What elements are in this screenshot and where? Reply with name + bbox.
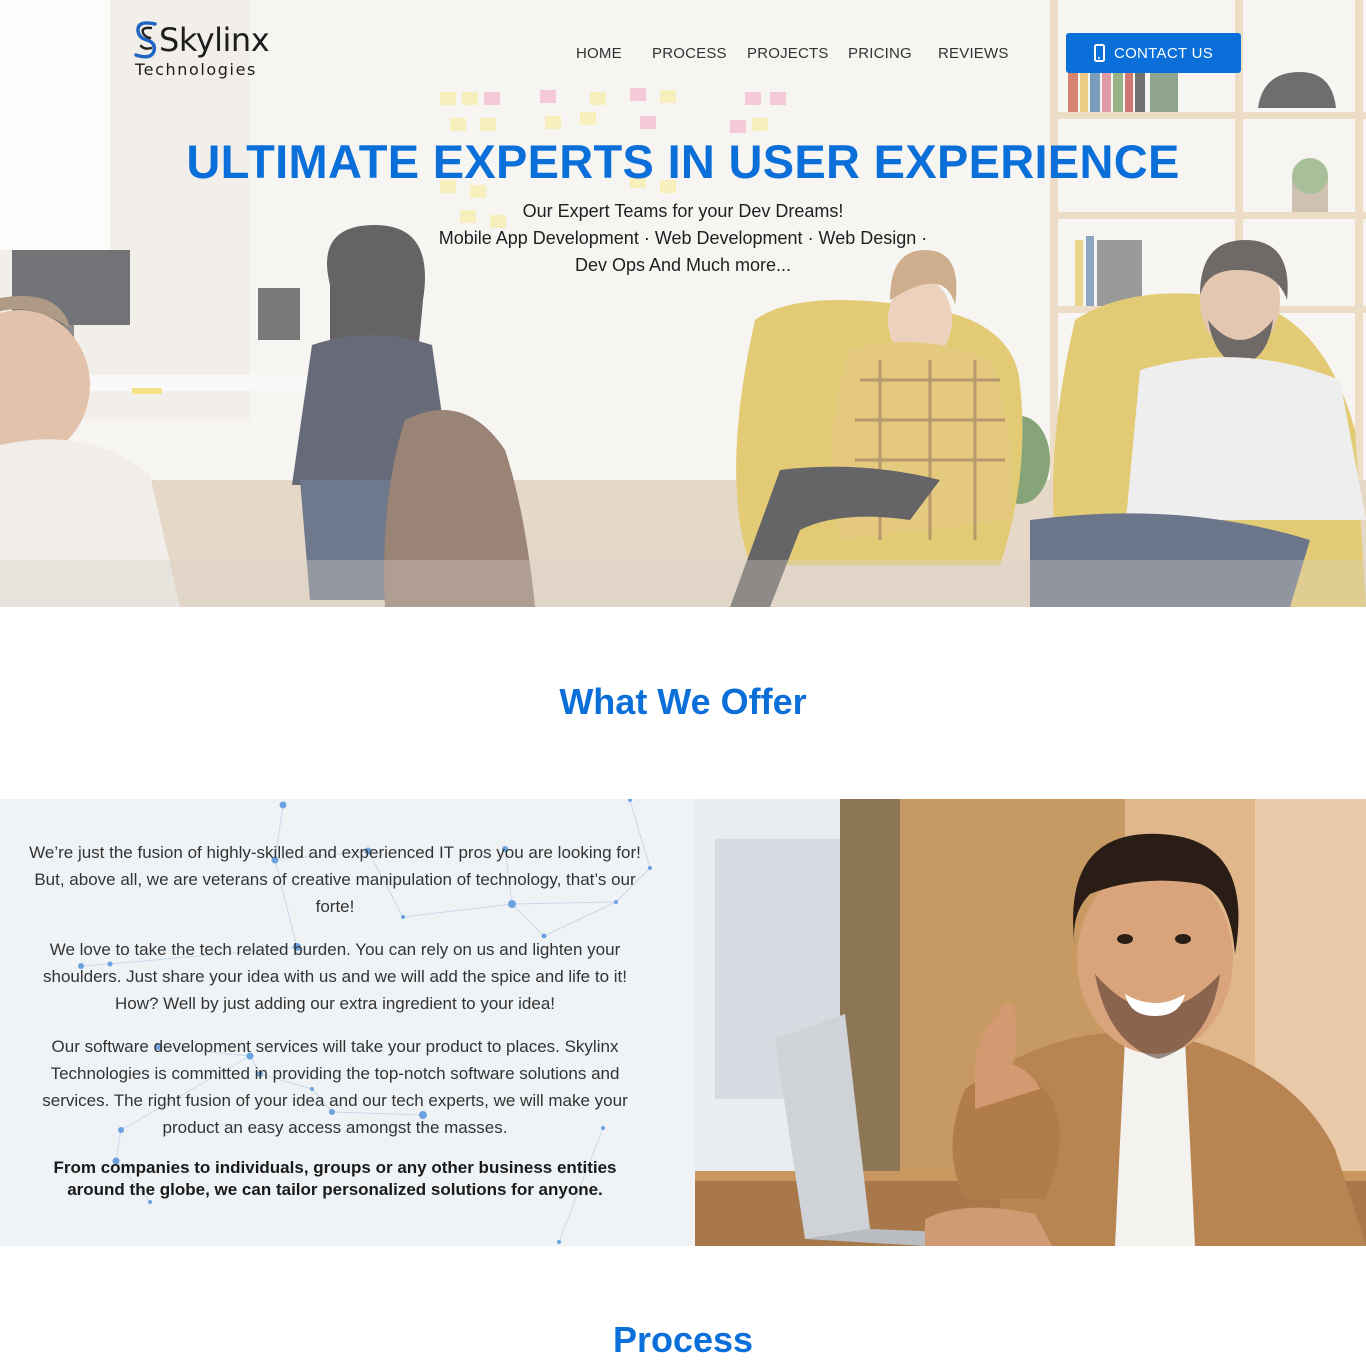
offer-paragraph: We love to take the tech related burden.… (43, 940, 627, 1013)
offer-paragraph: Our software development services will t… (42, 1037, 628, 1137)
offer-highlight: From companies to individuals, groups or… (53, 1158, 617, 1199)
nav-item-pricing[interactable]: PRICING (848, 43, 912, 65)
offer-paragraph: We’re just the fusion of highly-skilled … (29, 843, 641, 916)
phone-icon (1093, 44, 1105, 62)
nav-item-reviews[interactable]: REVIEWS (938, 43, 1009, 65)
hero-subtitle-line: Our Expert Teams for your Dev Dreams! (522, 201, 844, 221)
offer-section-title: What We Offer (559, 681, 807, 722)
hero-title: ULTIMATE EXPERTS IN USER EXPERIENCE (186, 135, 1180, 188)
nav-item-projects[interactable]: PROJECTS (747, 43, 829, 65)
hero-subtitle-line: Mobile App Development · Web Development… (438, 228, 928, 248)
offer-image-panel (695, 799, 1366, 1246)
nav-item-process[interactable]: PROCESS (652, 43, 727, 65)
offer-text-panel: We’re just the fusion of highly-skilled … (0, 799, 695, 1246)
hero-subtitle: Our Expert Teams for your Dev Dreams! Mo… (383, 198, 983, 279)
hero-section: Skylinx Technologies HOME PROCESS PROJEC… (0, 0, 1366, 607)
process-section-title: Process (612, 1319, 754, 1360)
smiling-man-thumbs-up-photo (695, 799, 1366, 1246)
contact-us-button[interactable]: CONTACT US (1066, 33, 1241, 73)
hero-overlay (0, 0, 1366, 607)
offer-copy: We’re just the fusion of highly-skilled … (25, 839, 645, 1217)
hero-subtitle-line: Dev Ops And Much more... (574, 255, 792, 275)
nav-item-home[interactable]: HOME (576, 43, 622, 65)
contact-us-label: CONTACT US (1113, 44, 1214, 62)
